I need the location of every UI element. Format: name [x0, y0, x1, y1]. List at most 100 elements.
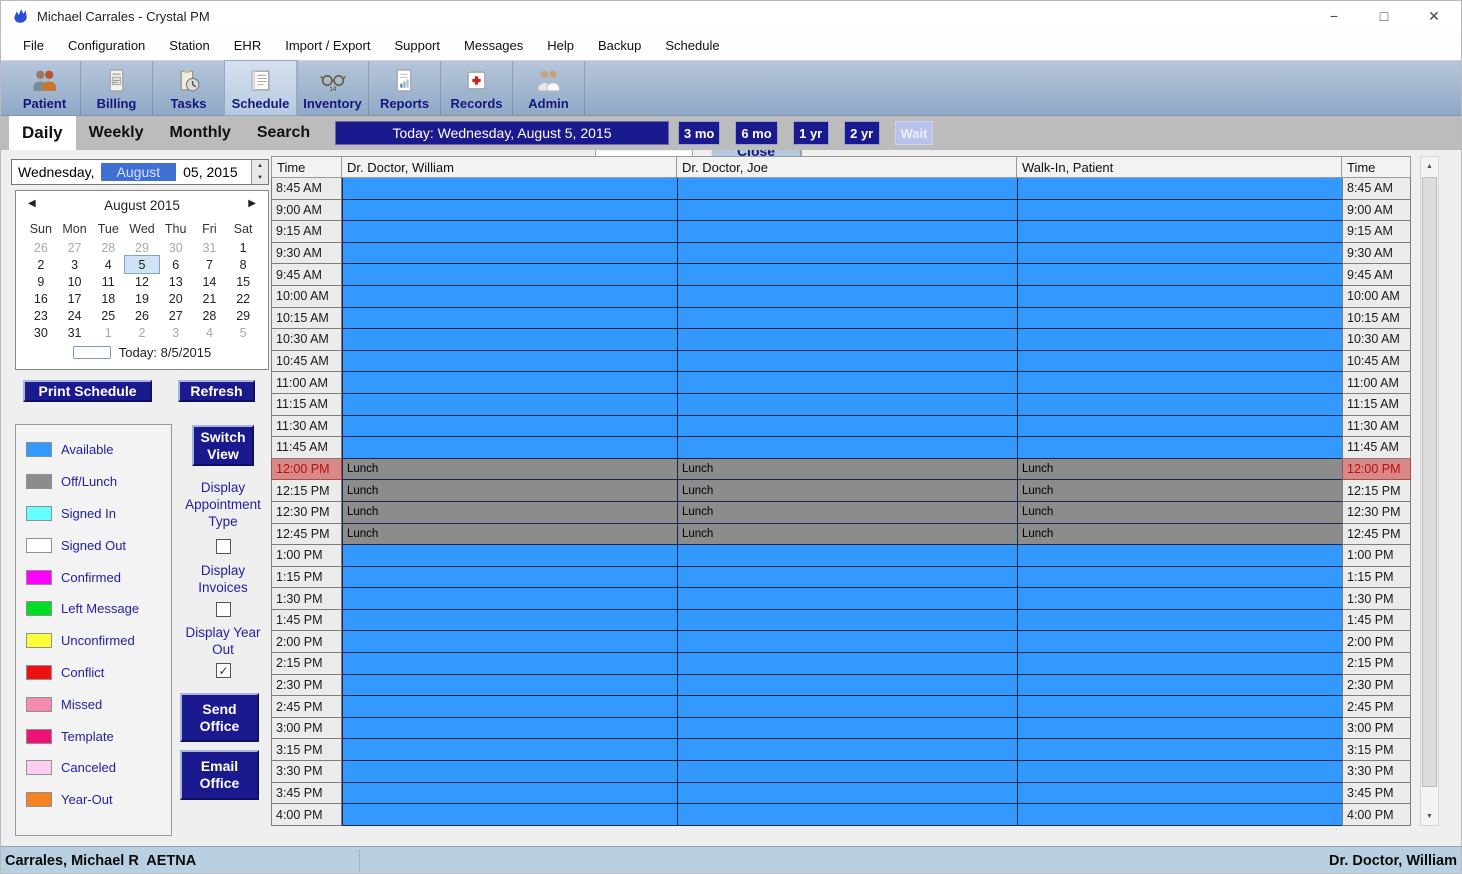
slot-dr-doctor-william[interactable] — [342, 631, 677, 653]
calendar-day[interactable]: 16 — [24, 290, 58, 307]
calendar-day[interactable]: 31 — [193, 239, 227, 256]
display-invoices-checkbox[interactable] — [216, 602, 231, 617]
calendar-day[interactable]: 3 — [159, 324, 193, 341]
slot-walk-in-patient[interactable] — [1017, 351, 1342, 373]
slot-dr-doctor-joe[interactable] — [677, 804, 1017, 826]
email-office-button[interactable]: Email Office — [180, 750, 259, 800]
calendar-next-icon[interactable]: ▶ — [248, 198, 256, 209]
range-button-1-yr[interactable]: 1 yr — [793, 121, 829, 145]
slot-dr-doctor-william[interactable] — [342, 308, 677, 330]
range-button-6-mo[interactable]: 6 mo — [735, 121, 777, 145]
calendar-day[interactable]: 9 — [24, 273, 58, 290]
toolbar-button-billing[interactable]: Billing — [81, 61, 153, 115]
calendar-day[interactable]: 28 — [193, 307, 227, 324]
calendar-day[interactable]: 11 — [91, 273, 125, 290]
slot-walk-in-patient[interactable] — [1017, 286, 1342, 308]
slot-dr-doctor-william[interactable] — [342, 718, 677, 740]
calendar-day[interactable]: 6 — [159, 256, 193, 273]
slot-dr-doctor-joe[interactable] — [677, 372, 1017, 394]
slot-walk-in-patient[interactable] — [1017, 588, 1342, 610]
slot-walk-in-patient[interactable] — [1017, 761, 1342, 783]
slot-dr-doctor-william[interactable] — [342, 739, 677, 761]
slot-dr-doctor-joe[interactable] — [677, 329, 1017, 351]
slot-walk-in-patient[interactable]: Lunch — [1017, 480, 1342, 502]
menu-item-help[interactable]: Help — [535, 38, 586, 53]
calendar-day[interactable]: 21 — [193, 290, 227, 307]
slot-dr-doctor-william[interactable] — [342, 394, 677, 416]
menu-item-configuration[interactable]: Configuration — [56, 38, 157, 53]
refresh-button[interactable]: Refresh — [178, 380, 255, 402]
slot-dr-doctor-joe[interactable] — [677, 437, 1017, 459]
slot-walk-in-patient[interactable] — [1017, 329, 1342, 351]
calendar-day[interactable]: 12 — [125, 273, 159, 290]
spin-up-icon[interactable]: ▲ — [252, 160, 268, 172]
menu-item-backup[interactable]: Backup — [586, 38, 653, 53]
date-picker-spinner[interactable]: ▲▼ — [251, 160, 268, 184]
slot-dr-doctor-william[interactable] — [342, 329, 677, 351]
slot-walk-in-patient[interactable] — [1017, 178, 1342, 200]
slot-dr-doctor-william[interactable] — [342, 243, 677, 265]
calendar-day[interactable]: 22 — [226, 290, 260, 307]
slot-dr-doctor-joe[interactable] — [677, 631, 1017, 653]
minimize-button[interactable]: − — [1309, 1, 1359, 31]
display-appointment-type-checkbox[interactable] — [216, 539, 231, 554]
slot-dr-doctor-joe[interactable] — [677, 545, 1017, 567]
slot-dr-doctor-joe[interactable]: Lunch — [677, 459, 1017, 481]
slot-walk-in-patient[interactable] — [1017, 610, 1342, 632]
slot-walk-in-patient[interactable] — [1017, 308, 1342, 330]
slot-dr-doctor-joe[interactable]: Lunch — [677, 480, 1017, 502]
toolbar-button-schedule[interactable]: Schedule — [225, 61, 297, 115]
slot-walk-in-patient[interactable] — [1017, 631, 1342, 653]
calendar-day[interactable]: 13 — [159, 273, 193, 290]
slot-walk-in-patient[interactable] — [1017, 739, 1342, 761]
slot-dr-doctor-william[interactable] — [342, 653, 677, 675]
calendar-day[interactable]: 26 — [125, 307, 159, 324]
date-picker[interactable]: Wednesday, August 05, 2015 ▲▼ — [11, 159, 269, 185]
slot-walk-in-patient[interactable] — [1017, 675, 1342, 697]
tab-monthly[interactable]: Monthly — [157, 116, 244, 150]
today-date-button[interactable]: Today: Wednesday, August 5, 2015 — [335, 121, 669, 145]
slot-walk-in-patient[interactable] — [1017, 200, 1342, 222]
spin-down-icon[interactable]: ▼ — [252, 172, 268, 184]
slot-dr-doctor-william[interactable] — [342, 588, 677, 610]
calendar-day[interactable]: 23 — [24, 307, 58, 324]
slot-dr-doctor-joe[interactable] — [677, 696, 1017, 718]
calendar-day[interactable]: 30 — [24, 324, 58, 341]
calendar-day[interactable]: 27 — [159, 307, 193, 324]
slot-dr-doctor-william[interactable]: Lunch — [342, 480, 677, 502]
slot-dr-doctor-joe[interactable] — [677, 783, 1017, 805]
slot-dr-doctor-joe[interactable] — [677, 221, 1017, 243]
slot-dr-doctor-william[interactable] — [342, 351, 677, 373]
slot-dr-doctor-joe[interactable] — [677, 718, 1017, 740]
tab-daily[interactable]: Daily — [9, 116, 76, 150]
toolbar-button-admin[interactable]: Admin — [513, 61, 585, 115]
slot-dr-doctor-joe[interactable] — [677, 178, 1017, 200]
calendar-day[interactable]: 25 — [91, 307, 125, 324]
calendar-day-selected[interactable]: 5 — [125, 256, 159, 273]
calendar-day[interactable]: 2 — [24, 256, 58, 273]
calendar-day[interactable]: 24 — [58, 307, 92, 324]
slot-walk-in-patient[interactable] — [1017, 437, 1342, 459]
send-office-button[interactable]: Send Office — [180, 693, 259, 742]
toolbar-button-inventory[interactable]: 14Inventory — [297, 61, 369, 115]
slot-dr-doctor-joe[interactable] — [677, 588, 1017, 610]
calendar-day[interactable]: 29 — [226, 307, 260, 324]
slot-walk-in-patient[interactable] — [1017, 718, 1342, 740]
slot-dr-doctor-william[interactable] — [342, 221, 677, 243]
calendar-day[interactable]: 8 — [226, 256, 260, 273]
calendar-day[interactable]: 10 — [58, 273, 92, 290]
calendar-day[interactable]: 15 — [226, 273, 260, 290]
calendar-day[interactable]: 17 — [58, 290, 92, 307]
calendar-day[interactable]: 31 — [58, 324, 92, 341]
calendar-day[interactable]: 28 — [91, 239, 125, 256]
slot-dr-doctor-william[interactable] — [342, 804, 677, 826]
slot-dr-doctor-william[interactable] — [342, 761, 677, 783]
menu-item-file[interactable]: File — [11, 38, 56, 53]
slot-dr-doctor-william[interactable]: Lunch — [342, 502, 677, 524]
calendar-day[interactable]: 30 — [159, 239, 193, 256]
slot-dr-doctor-william[interactable] — [342, 372, 677, 394]
menu-item-schedule[interactable]: Schedule — [653, 38, 731, 53]
slot-dr-doctor-william[interactable]: Lunch — [342, 459, 677, 481]
calendar-day[interactable]: 27 — [58, 239, 92, 256]
menu-item-station[interactable]: Station — [157, 38, 221, 53]
